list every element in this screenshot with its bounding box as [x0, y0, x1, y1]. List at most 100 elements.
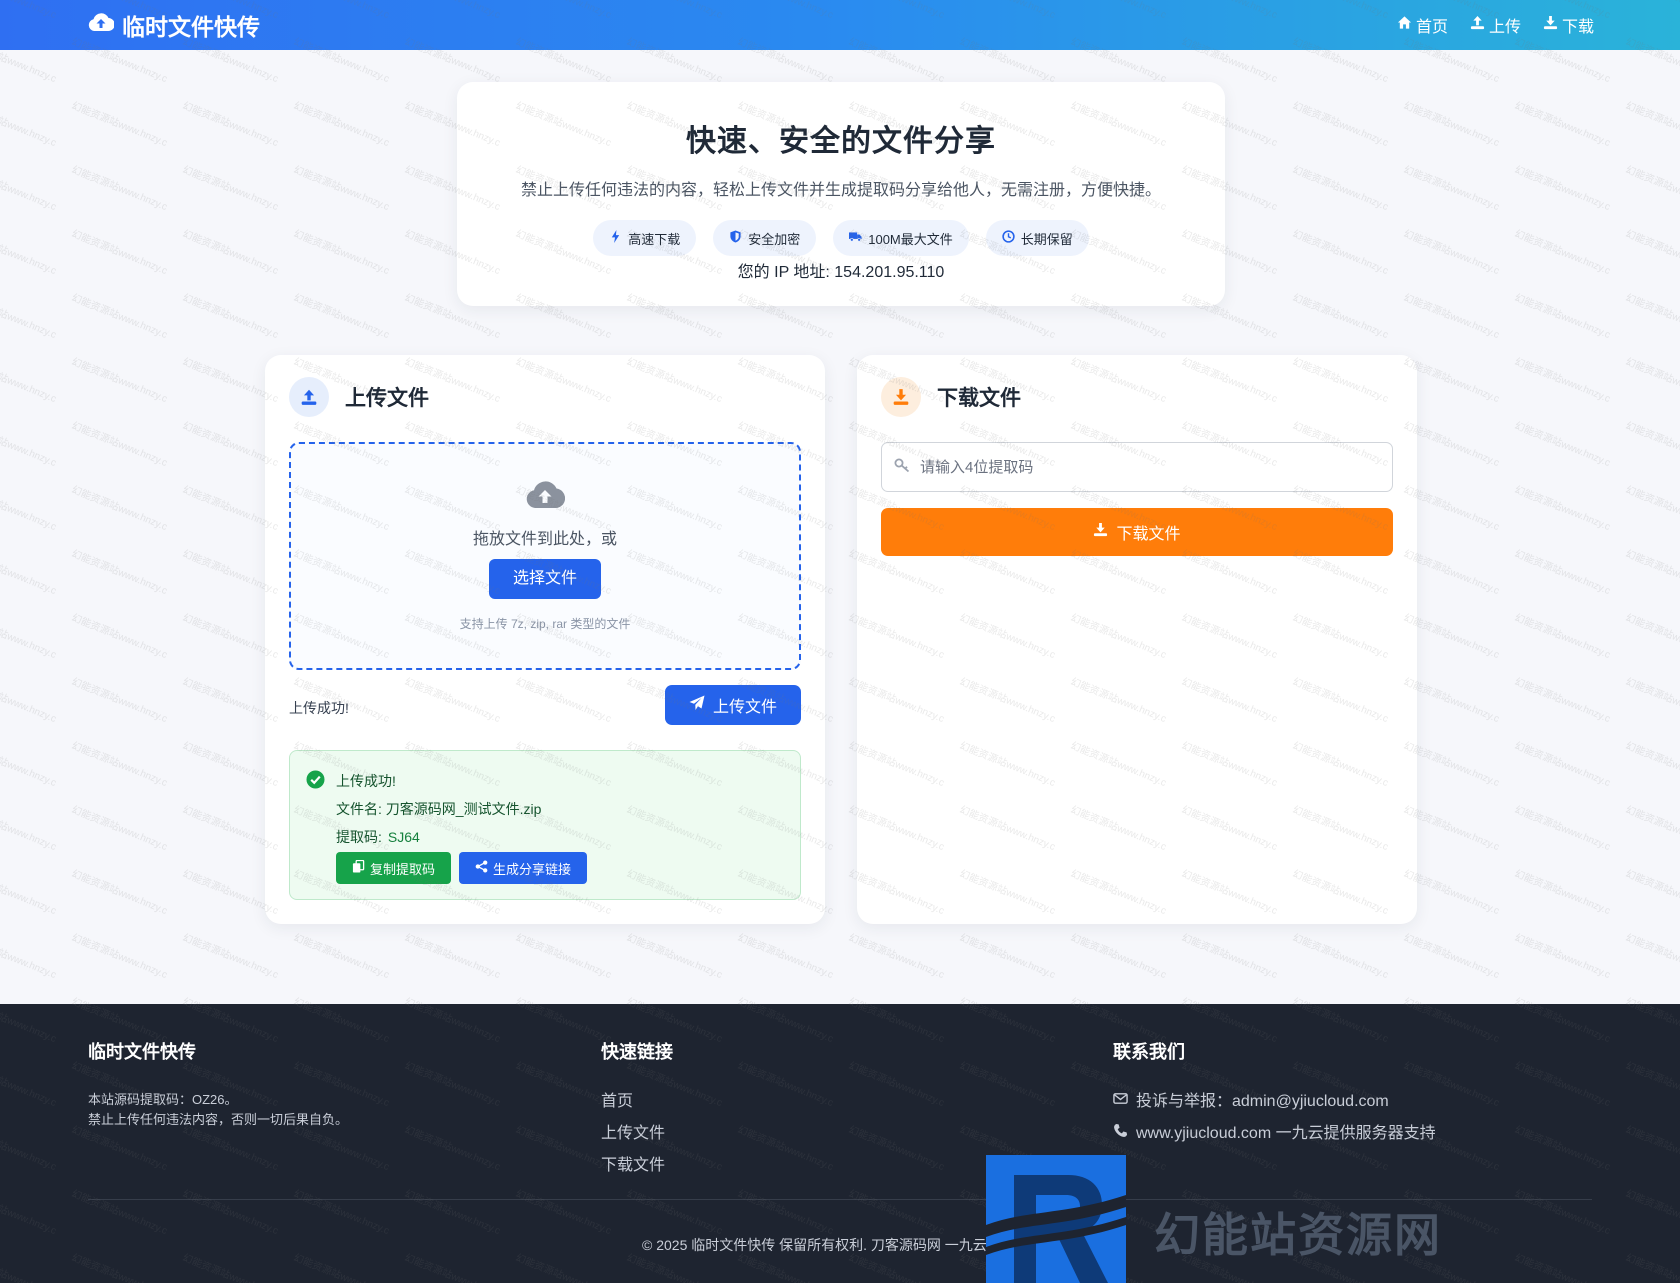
watermark-text: 幻能资源站www.hnzy.c	[181, 931, 281, 981]
hero-subtitle: 禁止上传任何违法的内容，轻松上传文件并生成提取码分享给他人，无需注册，方便快捷。	[520, 182, 1161, 199]
logo-text: 幻能站资源网	[1154, 1209, 1442, 1261]
result-actions: 复制提取码 生成分享链接	[336, 852, 588, 884]
watermark-text: 幻能资源站www.hnzy.c	[1291, 227, 1391, 277]
watermark-text: 幻能资源站www.hnzy.c	[181, 291, 281, 341]
feature-label: 100M最大文件	[868, 231, 953, 247]
watermark-text: 幻能资源站www.hnzy.c	[292, 163, 392, 213]
watermark-text: 幻能资源站www.hnzy.c	[70, 355, 170, 405]
choose-file-button[interactable]: 选择文件	[489, 559, 601, 599]
feature-badge: 100M最大文件	[833, 220, 969, 256]
watermark-text: 幻能资源站www.hnzy.c	[1624, 675, 1680, 725]
logo-mark-icon	[986, 1155, 1126, 1283]
watermark-text: 幻能资源站www.hnzy.c	[1513, 611, 1613, 661]
watermark-text: 幻能资源站www.hnzy.c	[1513, 99, 1613, 149]
feature-label: 高速下载	[628, 231, 681, 247]
watermark-text: 幻能资源站www.hnzy.c	[1624, 739, 1680, 789]
watermark-text: 幻能资源站www.hnzy.c	[0, 675, 58, 725]
footer-about-title: 临时文件快传	[88, 1042, 196, 1062]
watermark-text: 幻能资源站www.hnzy.c	[292, 99, 392, 149]
copy-code-button[interactable]: 复制提取码	[336, 852, 452, 884]
watermark-text: 幻能资源站www.hnzy.c	[1624, 867, 1680, 917]
nav-links: 首页 上传 下载	[1397, 13, 1594, 37]
watermark-text: 幻能资源站www.hnzy.c	[1402, 163, 1502, 213]
footer-link-home[interactable]: 首页	[601, 1086, 673, 1118]
check-circle-icon	[306, 770, 325, 789]
contact-site[interactable]: www.yjiucloud.com 一九云提供服务器支持	[1113, 1118, 1436, 1150]
footer-link-download[interactable]: 下载文件	[601, 1150, 673, 1182]
brand[interactable]: 临时文件快传	[88, 8, 260, 42]
nav-download[interactable]: 下载	[1543, 13, 1594, 37]
share-link-label: 生成分享链接	[493, 861, 572, 877]
watermark-text: 幻能资源站www.hnzy.c	[1624, 931, 1680, 981]
site-logo-overlay: 幻能站资源网	[986, 1155, 1526, 1283]
watermark-text: 幻能资源站www.hnzy.c	[1402, 227, 1502, 277]
copy-code-label: 复制提取码	[370, 861, 436, 877]
footer-link-upload[interactable]: 上传文件	[601, 1118, 673, 1150]
hero-title: 快速、安全的文件分享	[686, 125, 996, 158]
watermark-text: 幻能资源站www.hnzy.c	[1291, 291, 1391, 341]
copy-icon	[352, 859, 365, 876]
nav-upload[interactable]: 上传	[1470, 13, 1521, 37]
watermark-text: 幻能资源站www.hnzy.c	[70, 931, 170, 981]
nav-home-label: 首页	[1415, 19, 1448, 36]
download-icon	[881, 377, 921, 417]
result-code-label: 提取码:	[336, 829, 382, 845]
result-code: SJ64	[387, 829, 420, 845]
watermark-text: 幻能资源站www.hnzy.c	[1513, 547, 1613, 597]
watermark-text: 幻能资源站www.hnzy.c	[70, 99, 170, 149]
watermark-text: 幻能资源站www.hnzy.c	[0, 739, 58, 789]
feature-badges: 高速下载 安全加密 100M最大文件 长期保留	[457, 220, 1225, 256]
extraction-code-field[interactable]	[881, 442, 1393, 492]
watermark-text: 幻能资源站www.hnzy.c	[1624, 547, 1680, 597]
watermark-text: 幻能资源站www.hnzy.c	[70, 803, 170, 853]
watermark-text: 幻能资源站www.hnzy.c	[0, 227, 58, 277]
upload-file-button[interactable]: 上传文件	[665, 685, 801, 725]
watermark-text: 幻能资源站www.hnzy.c	[1291, 163, 1391, 213]
footer-about-line: 本站源码提取码：OZ26。	[88, 1092, 238, 1107]
top-navbar: 临时文件快传 首页 上传 下载	[0, 0, 1680, 50]
watermark-text: 幻能资源站www.hnzy.c	[70, 419, 170, 469]
watermark-text: 幻能资源站www.hnzy.c	[0, 99, 58, 149]
watermark-text: 幻能资源站www.hnzy.c	[1624, 611, 1680, 661]
share-link-button[interactable]: 生成分享链接	[459, 852, 588, 884]
watermark-text: 幻能资源站www.hnzy.c	[1513, 227, 1613, 277]
watermark-text: 幻能资源站www.hnzy.c	[736, 931, 836, 981]
truck-icon	[849, 230, 862, 246]
watermark-text: 幻能资源站www.hnzy.c	[1624, 99, 1680, 149]
watermark-text: 幻能资源站www.hnzy.c	[70, 611, 170, 661]
key-icon	[894, 457, 910, 478]
download-card: 下载文件 下载文件	[857, 355, 1417, 924]
watermark-text: 幻能资源站www.hnzy.c	[958, 931, 1058, 981]
watermark-text: 幻能资源站www.hnzy.c	[0, 419, 58, 469]
watermark-text: 幻能资源站www.hnzy.c	[181, 227, 281, 277]
watermark-text: 幻能资源站www.hnzy.c	[1513, 803, 1613, 853]
file-dropzone[interactable]: 拖放文件到此处，或 选择文件 支持上传 7z, zip, rar 类型的文件	[289, 442, 801, 670]
envelope-icon	[1113, 1086, 1128, 1118]
watermark-text: 幻能资源站www.hnzy.c	[0, 355, 58, 405]
watermark-text: 幻能资源站www.hnzy.c	[70, 739, 170, 789]
watermark-text: 幻能资源站www.hnzy.c	[0, 163, 58, 213]
contact-email[interactable]: 投诉与举报：admin@yjiucloud.com	[1113, 1086, 1436, 1118]
extraction-code-input[interactable]	[920, 458, 1380, 476]
feature-badge: 安全加密	[713, 220, 817, 256]
download-icon	[1093, 522, 1108, 542]
watermark-text: 幻能资源站www.hnzy.c	[1513, 483, 1613, 533]
download-icon	[1543, 15, 1558, 35]
nav-home[interactable]: 首页	[1397, 13, 1448, 37]
watermark-text: 幻能资源站www.hnzy.c	[70, 483, 170, 533]
hero-card: 快速、安全的文件分享 禁止上传任何违法的内容，轻松上传文件并生成提取码分享给他人…	[457, 82, 1225, 306]
home-icon	[1397, 15, 1412, 35]
watermark-text: 幻能资源站www.hnzy.c	[1624, 291, 1680, 341]
upload-icon	[289, 377, 329, 417]
watermark-text: 幻能资源站www.hnzy.c	[403, 931, 503, 981]
download-file-button[interactable]: 下载文件	[881, 508, 1393, 556]
watermark-text: 幻能资源站www.hnzy.c	[1624, 419, 1680, 469]
watermark-text: 幻能资源站www.hnzy.c	[1624, 163, 1680, 213]
watermark-text: 幻能资源站www.hnzy.c	[70, 227, 170, 277]
watermark-text: 幻能资源站www.hnzy.c	[1513, 163, 1613, 213]
bolt-icon	[609, 230, 622, 246]
watermark-text: 幻能资源站www.hnzy.c	[181, 163, 281, 213]
result-code-line: 提取码: SJ64	[336, 823, 541, 851]
contact-site-text: www.yjiucloud.com 一九云提供服务器支持	[1136, 1125, 1436, 1142]
watermark-text: 幻能资源站www.hnzy.c	[0, 291, 58, 341]
